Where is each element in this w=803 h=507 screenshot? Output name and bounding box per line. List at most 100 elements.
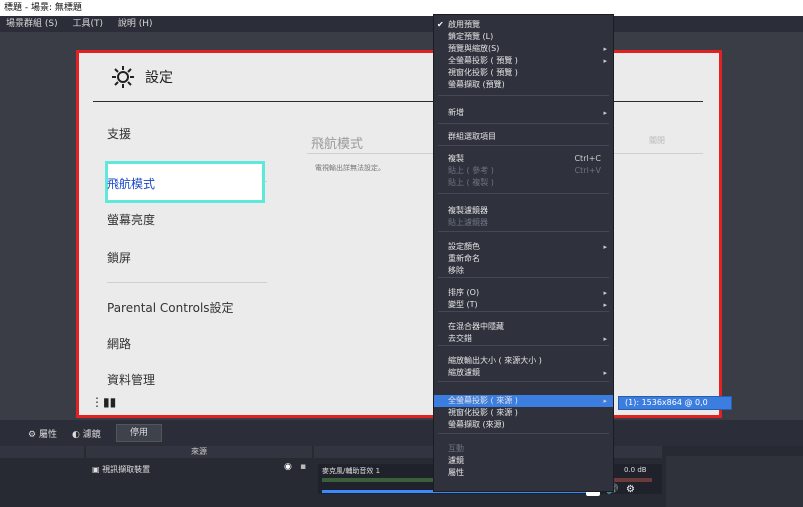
menu-item[interactable]: 複製濾鏡器	[434, 205, 613, 217]
menu-item[interactable]: 設定顏色 ▸	[434, 241, 613, 253]
menu-item[interactable]: 螢幕擷取 (預覽)	[434, 79, 613, 91]
gear-icon: ⚙	[28, 430, 37, 440]
menu-item[interactable]: 螢幕擷取 (來源)	[434, 419, 613, 431]
chevron-right-icon: ▸	[603, 243, 607, 251]
sidebar-item-lock-screen: 鎖屏	[107, 251, 132, 265]
menu-item-label: 複製濾鏡器	[448, 206, 488, 215]
menu-item-label: 群組選取項目	[448, 132, 496, 141]
chevron-right-icon: ▸	[603, 369, 607, 377]
menu-item-label: 排序 (O)	[448, 288, 480, 297]
menu-separator	[438, 95, 609, 96]
menu-shortcut: Ctrl+V	[574, 166, 601, 175]
sidebar-item-airplane-mode: 飛航模式	[107, 177, 156, 191]
menu-separator	[438, 345, 609, 346]
chevron-right-icon: ▸	[603, 57, 607, 65]
menu-item: 貼上 ( 複製 )	[434, 177, 613, 189]
menu-item[interactable]: ✔ 啟用預覽	[434, 19, 613, 31]
menu-item[interactable]: 移除	[434, 265, 613, 277]
menu-separator	[438, 277, 609, 278]
submenu-monitor-item[interactable]: (1): 1536x864 @ 0,0	[618, 396, 732, 410]
sidebar-item-network: 網路	[107, 337, 132, 351]
mixer-db-value: 0.0 dB	[624, 466, 647, 474]
menu-item-label: 設定顏色	[448, 242, 480, 251]
menu-item[interactable]: 新增 ▸	[434, 107, 613, 119]
menu-item[interactable]: 預覽與縮放(S) ▸	[434, 43, 613, 55]
menu-item-label: 貼上 ( 參考 )	[448, 166, 494, 175]
menu-item[interactable]: 縮放輸出大小 ( 來源大小 )	[434, 355, 613, 367]
pane-title: 飛航模式	[311, 137, 364, 152]
menu-item[interactable]: 排序 (O) ▸	[434, 287, 613, 299]
sidebar-item-support: 支援	[107, 127, 132, 141]
menu-item-label: 濾鏡	[448, 456, 464, 465]
pane-hint: 電視輸出詳無法設定。	[315, 164, 385, 172]
menu-item-label: 去交錯	[448, 334, 472, 343]
gear-icon	[112, 66, 134, 88]
menu-item[interactable]: 視窗化投影 ( 來源 )	[434, 407, 613, 419]
properties-button[interactable]: ⚙ 屬性	[28, 427, 57, 440]
menu-item[interactable]: 重新命名	[434, 253, 613, 265]
filters-button[interactable]: ◐ 濾鏡	[72, 427, 101, 440]
sidebar-item-parental-controls: Parental Controls設定	[107, 301, 234, 315]
context-menu: ✔ 啟用預覽 鎖定預覽 (L) 預覽與縮放(S) ▸ 全螢幕投影 ( 預覽 ) ▸ 視窗化投影…	[433, 14, 614, 492]
menu-item-label: 屬性	[448, 468, 464, 477]
menu-scene-collection[interactable]: 場景群組 (S)	[6, 19, 58, 29]
lock-icon[interactable]: ▪	[300, 462, 306, 472]
menu-item-label: 全螢幕投影 ( 預覽 )	[448, 56, 518, 65]
source-toolbar: ⚙ 屬性 ◐ 濾鏡 停用	[0, 420, 803, 446]
menu-item[interactable]: 縮放濾鏡 ▸	[434, 367, 613, 379]
menu-item[interactable]: 濾鏡	[434, 455, 613, 467]
menu-item[interactable]: 屬性	[434, 467, 613, 479]
mixer-channel-label: 麥克風/輔助音效 1	[322, 467, 381, 475]
menu-item-label: 縮放濾鏡	[448, 368, 480, 377]
menu-item: 貼上濾鏡器	[434, 217, 613, 229]
camera-icon: ▣	[92, 465, 100, 474]
menu-item[interactable]: 全螢幕投影 ( 來源 ) ▸	[434, 395, 613, 407]
menu-item[interactable]: 全螢幕投影 ( 預覽 ) ▸	[434, 55, 613, 67]
transitions-dock	[666, 456, 803, 507]
scene-source-capture[interactable]: 設定 支援 飛航模式 螢幕亮度 鎖屏 Parental Controls設定 網…	[76, 50, 722, 418]
menu-separator	[438, 123, 609, 124]
menu-bar: 場景群組 (S) 工具(T) 說明 (H)	[0, 16, 803, 32]
menu-item-label: 變型 (T)	[448, 300, 478, 309]
menu-item: 貼上 ( 參考 ) Ctrl+V	[434, 165, 613, 177]
menu-item-label: 螢幕擷取 (預覽)	[448, 80, 505, 89]
menu-item[interactable]: 群組選取項目	[434, 131, 613, 143]
divider	[107, 282, 267, 283]
chevron-right-icon: ▸	[603, 109, 607, 117]
chevron-right-icon: ▸	[603, 301, 607, 309]
menu-item-label: 複製	[448, 154, 464, 163]
menu-item-label: 貼上濾鏡器	[448, 218, 488, 227]
menu-separator	[438, 231, 609, 232]
source-row[interactable]: ▣ 視訊擷取裝置	[92, 464, 150, 475]
menu-item[interactable]: 鎖定預覽 (L)	[434, 31, 613, 43]
menu-item[interactable]: 視窗化投影 ( 預覽 )	[434, 67, 613, 79]
menu-item[interactable]: 去交錯 ▸	[434, 333, 613, 345]
disable-button[interactable]: 停用	[116, 424, 162, 442]
scenes-header	[0, 446, 84, 458]
menu-item-label: 全螢幕投影 ( 來源 )	[448, 396, 518, 405]
gear-icon[interactable]: ⚙	[626, 484, 635, 495]
chevron-right-icon: ▸	[603, 45, 607, 53]
sidebar-item-data-management: 資料管理	[107, 373, 156, 387]
menu-item[interactable]: 在混合器中隱藏	[434, 321, 613, 333]
chevron-right-icon: ▸	[603, 397, 607, 405]
menu-item[interactable]: 變型 (T) ▸	[434, 299, 613, 311]
eye-icon[interactable]: ◉	[284, 462, 292, 472]
menu-separator	[438, 433, 609, 434]
joycon-icon: ⋮▮▮	[91, 395, 117, 409]
menu-item-label: 在混合器中隱藏	[448, 322, 504, 331]
menu-item[interactable]: 複製 Ctrl+C	[434, 153, 613, 165]
menu-item-label: 移除	[448, 266, 464, 275]
menu-tools[interactable]: 工具(T)	[72, 19, 103, 29]
chevron-right-icon: ▸	[603, 335, 607, 343]
sidebar-item-brightness: 螢幕亮度	[107, 213, 156, 227]
menu-separator	[438, 145, 609, 146]
check-icon: ✔	[437, 20, 444, 29]
menu-item-label: 重新命名	[448, 254, 480, 263]
menu-item-label: 貼上 ( 複製 )	[448, 178, 494, 187]
menu-item-label: 視窗化投影 ( 來源 )	[448, 408, 518, 417]
menu-item-label: 新增	[448, 108, 464, 117]
chevron-right-icon: ▸	[603, 289, 607, 297]
settings-title: 設定	[145, 70, 173, 86]
menu-help[interactable]: 說明 (H)	[118, 19, 153, 29]
